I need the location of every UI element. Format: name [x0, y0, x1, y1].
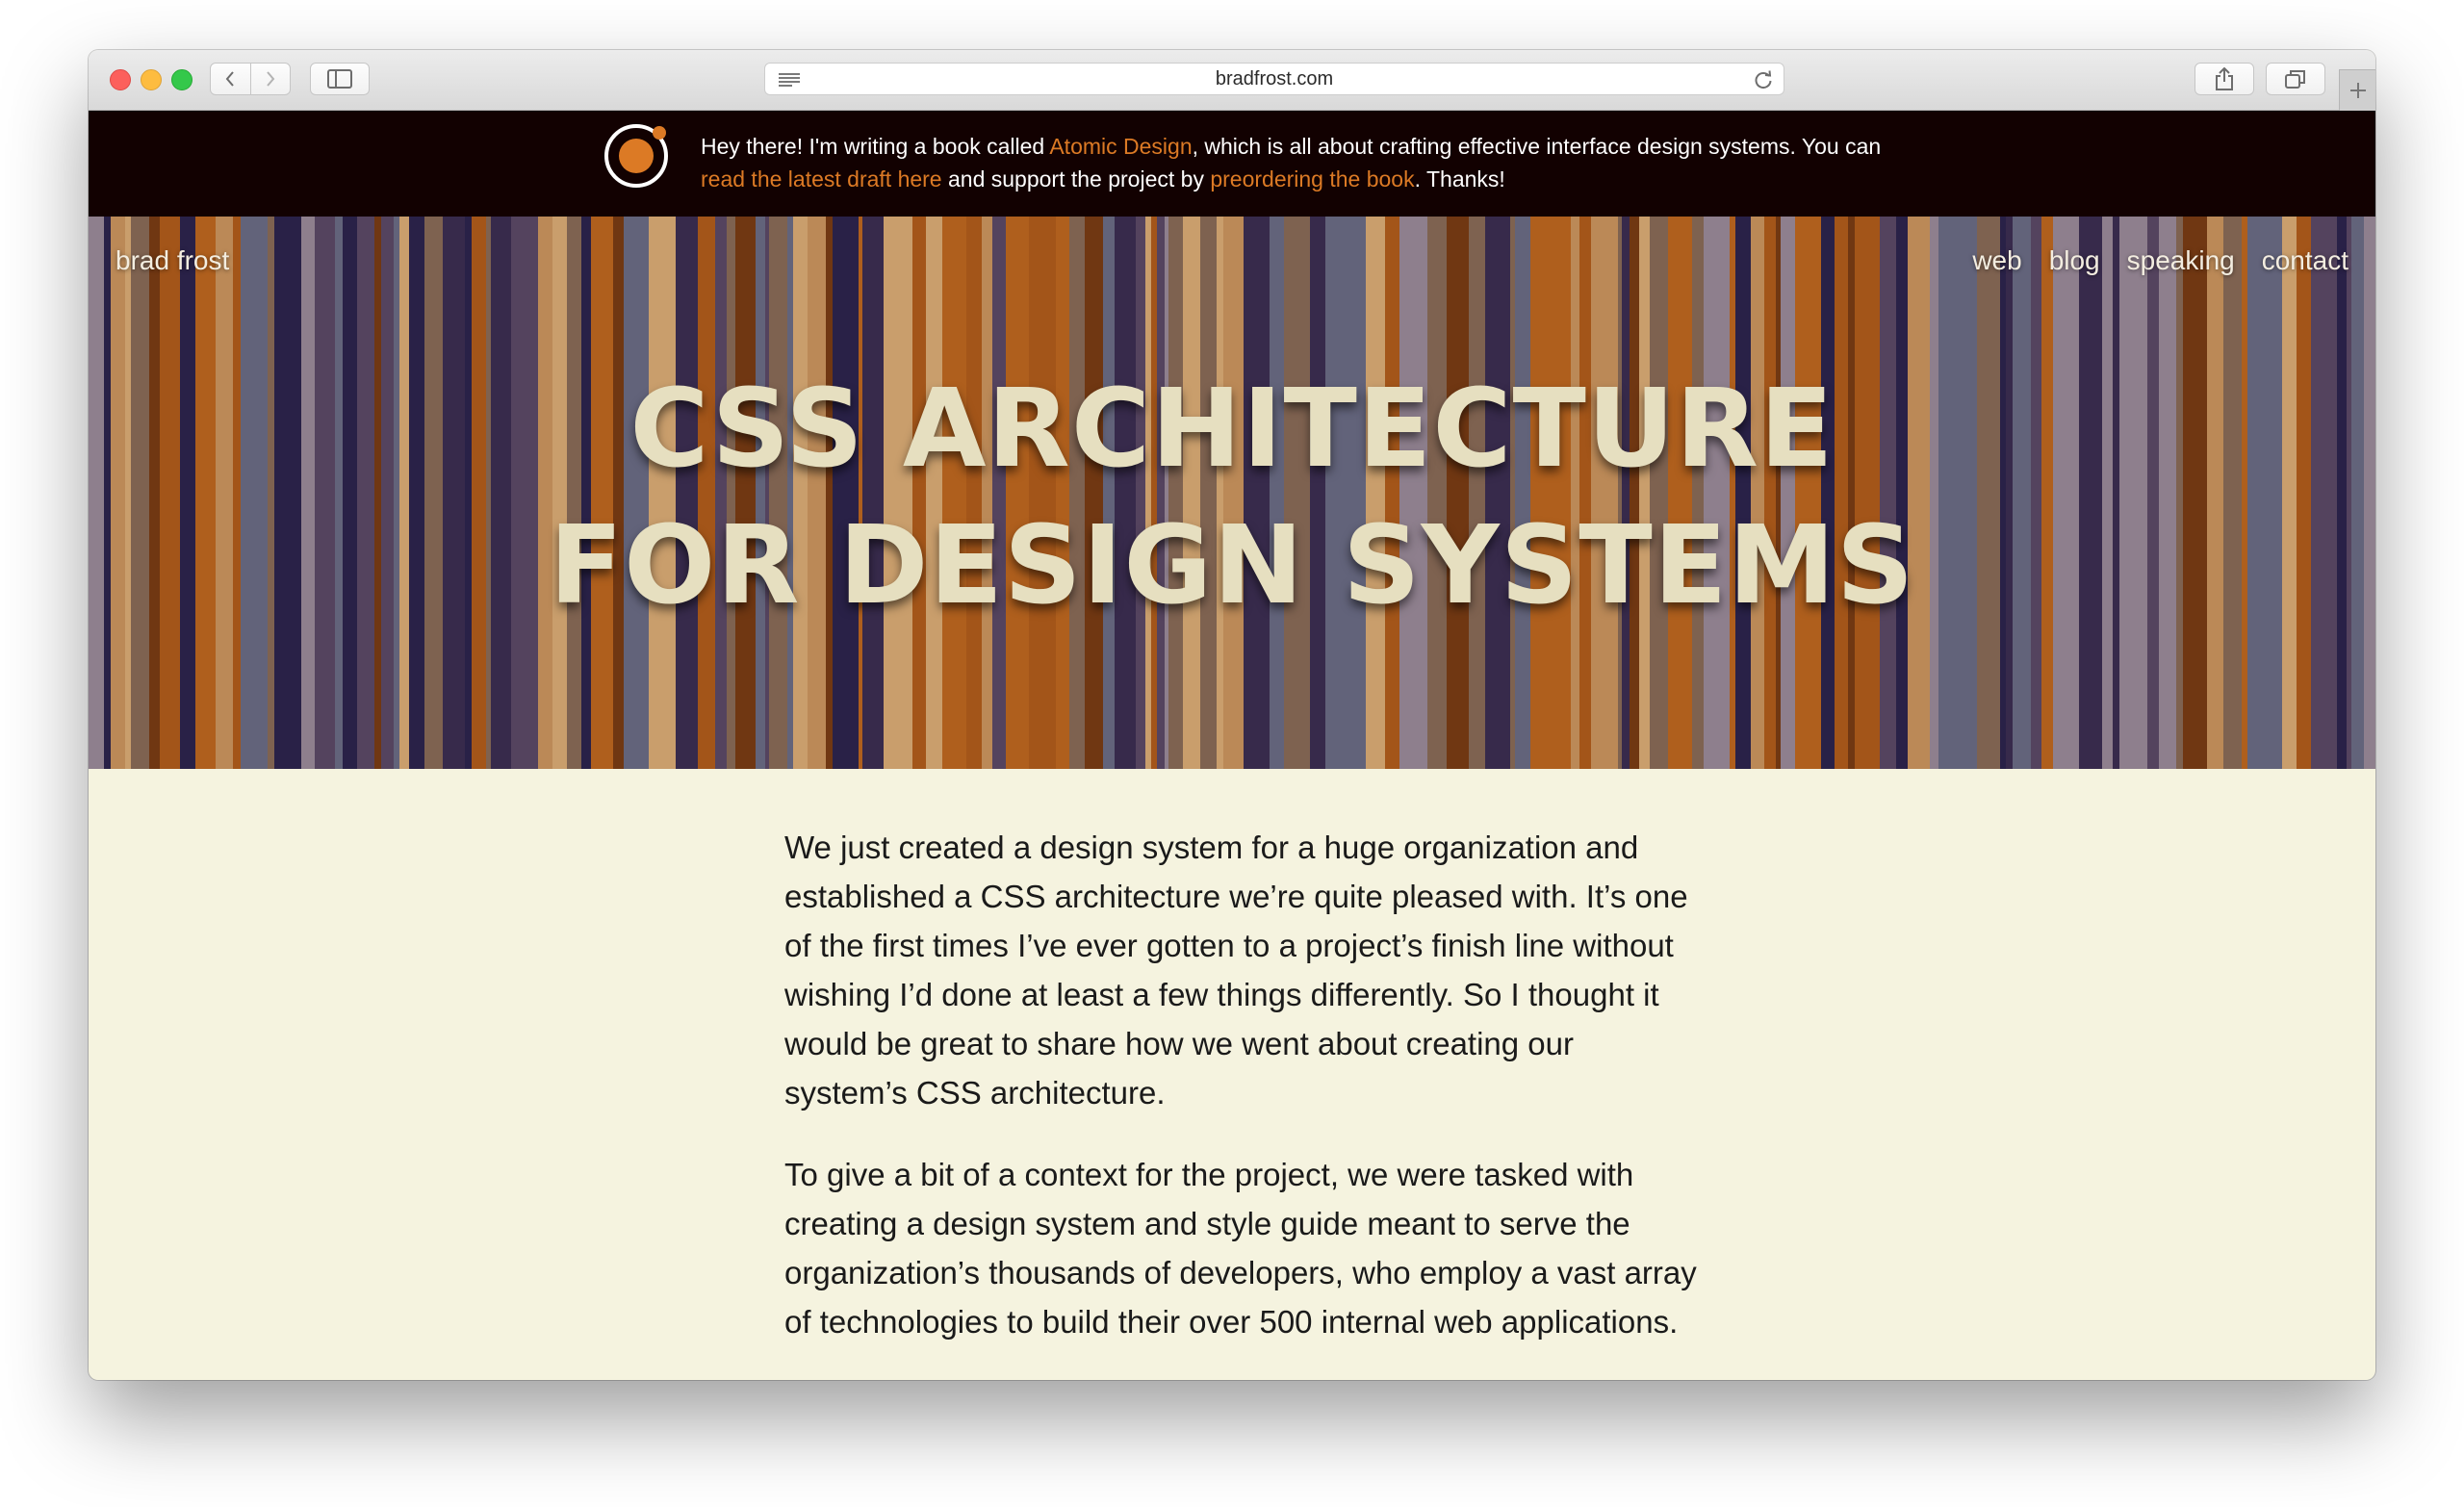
article-paragraph: To give a bit of a context for the proje… — [784, 1157, 1697, 1340]
tabs-icon — [2285, 70, 2305, 89]
share-icon — [2216, 67, 2233, 90]
announcement-text: Hey there! I'm writing a book called Ato… — [701, 130, 1894, 195]
nav-item-contact[interactable]: contact — [2262, 245, 2348, 276]
address-bar[interactable]: bradfrost.com — [764, 63, 1784, 95]
site-brand-link[interactable]: brad frost — [116, 245, 229, 276]
announcement-text-part: Hey there! I'm writing a book called — [701, 134, 1050, 159]
browser-window: bradfrost.com Hey there! I'm writing a b… — [89, 50, 2375, 1380]
nav-item-speaking[interactable]: speaking — [2127, 245, 2235, 276]
share-button[interactable] — [2194, 63, 2254, 95]
forward-icon — [266, 71, 275, 87]
browser-toolbar: bradfrost.com — [89, 50, 2375, 111]
nav-item-blog[interactable]: blog — [2049, 245, 2100, 276]
book-announcement-bar: Hey there! I'm writing a book called Ato… — [89, 111, 2375, 217]
nav-item-web[interactable]: web — [1972, 245, 2021, 276]
url-text: bradfrost.com — [1215, 67, 1334, 89]
page-title-line-2: FOR DESIGN SYSTEMS — [549, 503, 1915, 628]
article-paragraph: We just created a design system for a hu… — [784, 830, 1688, 1111]
sidebar-icon — [327, 69, 352, 89]
hero-banner: brad frost web blog speaking contact CSS… — [89, 217, 2375, 769]
sidebar-button[interactable] — [310, 63, 370, 95]
page-title-line-1: CSS ARCHITECTURE — [629, 367, 1835, 492]
primary-nav: web blog speaking contact — [1972, 245, 2348, 276]
page-title: CSS ARCHITECTURE FOR DESIGN SYSTEMS — [89, 361, 2375, 634]
back-icon — [225, 71, 235, 87]
announcement-text-part: , which is all about crafting effective … — [1192, 134, 1882, 159]
reload-icon[interactable] — [1753, 69, 1774, 90]
atomic-design-link[interactable]: Atomic Design — [1049, 134, 1192, 159]
close-window-button[interactable] — [110, 69, 131, 90]
minimize-window-button[interactable] — [141, 69, 162, 90]
new-tab-icon — [2350, 83, 2366, 98]
preorder-book-link[interactable]: preordering the book — [1210, 166, 1414, 192]
new-tab-button[interactable] — [2339, 69, 2375, 111]
back-button[interactable] — [211, 64, 251, 94]
history-nav — [210, 63, 291, 95]
forward-button[interactable] — [251, 64, 291, 94]
read-draft-link[interactable]: read the latest draft here — [701, 166, 942, 192]
announcement-text-part: and support the project by — [941, 166, 1211, 192]
announcement-text-part: . Thanks! — [1414, 166, 1505, 192]
show-tabs-button[interactable] — [2266, 63, 2325, 95]
maximize-window-button[interactable] — [171, 69, 192, 90]
article-body: We just created a design system for a hu… — [784, 823, 1699, 1379]
atomic-logo-icon[interactable] — [603, 120, 673, 190]
